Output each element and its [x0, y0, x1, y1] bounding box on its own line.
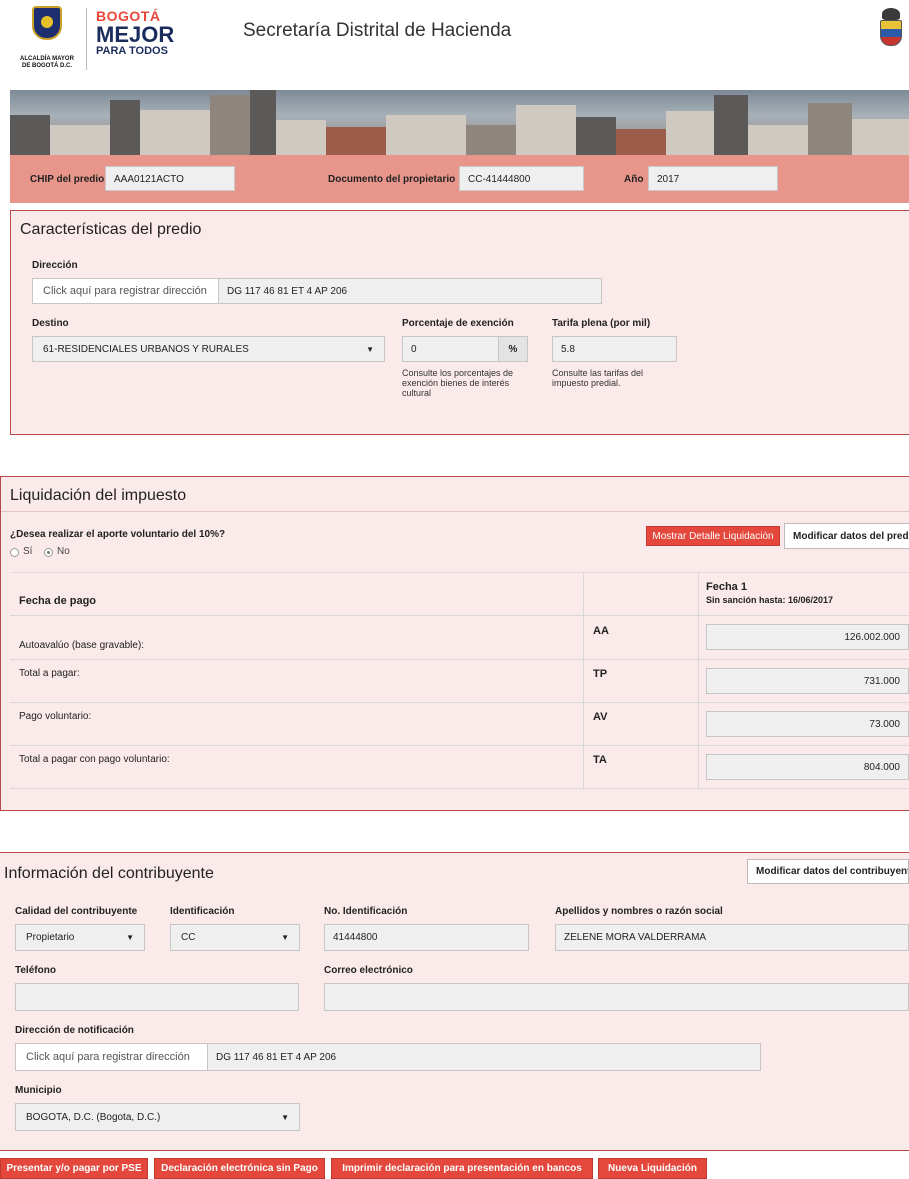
- fecha-pago-header: Fecha de pago: [19, 595, 97, 607]
- shield-icon: [32, 6, 62, 40]
- tarifa-help-link[interactable]: Consulte las tarifas del impuesto predia…: [552, 368, 662, 388]
- correo-label: Correo electrónico: [324, 965, 413, 976]
- pay-pse-button[interactable]: Presentar y/o pagar por PSE: [0, 1158, 148, 1179]
- property-search-bar: CHIP del predio AAA0121ACTO Documento de…: [10, 155, 909, 203]
- row-value: 73.000: [706, 711, 909, 737]
- identificacion-value: CC: [181, 932, 196, 943]
- radio-si-label: Sí: [23, 546, 33, 557]
- table-row: Total a pagar: TP 731.000: [10, 660, 909, 703]
- municipio-label: Municipio: [15, 1085, 62, 1096]
- calidad-value: Propietario: [26, 932, 75, 943]
- panel-title: Información del contribuyente: [4, 865, 214, 882]
- chevron-down-icon: ▼: [281, 1112, 289, 1122]
- fecha-1-header: Fecha 1: [706, 581, 747, 593]
- exencion-input[interactable]: 0: [402, 336, 499, 362]
- notificacion-label: Dirección de notificación: [15, 1025, 134, 1036]
- row-label: Pago voluntario:: [19, 711, 92, 722]
- tax-liquidation-panel: Liquidación del impuesto ¿Desea realizar…: [0, 476, 909, 811]
- row-code: TA: [593, 754, 607, 766]
- logo-line-2: MEJOR: [96, 22, 175, 47]
- page-header: ALCALDÍA MAYOR DE BOGOTÁ D.C. BOGOTÁ MEJ…: [0, 0, 909, 90]
- identificacion-select[interactable]: CC ▼: [170, 924, 300, 951]
- chevron-down-icon: ▼: [126, 933, 134, 942]
- percent-addon: %: [498, 336, 528, 362]
- chevron-down-icon: ▼: [366, 344, 374, 354]
- modify-taxpayer-button[interactable]: Modificar datos del contribuyente: [747, 859, 909, 884]
- exencion-label: Porcentaje de exención: [402, 318, 514, 329]
- panel-title: Liquidación del impuesto: [10, 487, 187, 504]
- telefono-input[interactable]: [15, 983, 299, 1011]
- identificacion-label: Identificación: [170, 906, 235, 917]
- taxpayer-info-panel: Información del contribuyente Modificar …: [0, 852, 909, 1151]
- city-banner-image: [10, 90, 909, 155]
- document-input[interactable]: CC-41444800: [459, 166, 584, 191]
- register-address-button[interactable]: Click aquí para registrar dirección: [32, 278, 219, 304]
- nombre-input[interactable]: ZELENE MORA VALDERRAMA: [555, 924, 909, 951]
- tarifa-label: Tarifa plena (por mil): [552, 318, 651, 329]
- logo-separator: [86, 8, 87, 70]
- fecha-1-subtitle: Sin sanción hasta: 16/06/2017: [706, 595, 834, 605]
- chip-label: CHIP del predio: [30, 174, 105, 185]
- document-label: Documento del propietario: [328, 174, 456, 185]
- table-header-row: Fecha de pago Fecha 1 Sin sanción hasta:…: [10, 573, 909, 616]
- numero-label: No. Identificación: [324, 906, 408, 917]
- alcaldia-text: ALCALDÍA MAYOR DE BOGOTÁ D.C.: [20, 56, 74, 69]
- nombre-label: Apellidos y nombres o razón social: [555, 906, 723, 917]
- table-row: Pago voluntario: AV 73.000: [10, 703, 909, 746]
- row-label: Total a pagar con pago voluntario:: [19, 754, 170, 765]
- panel-title: Características del predio: [20, 221, 202, 238]
- telefono-label: Teléfono: [15, 965, 56, 976]
- year-label: Año: [624, 174, 644, 185]
- colombia-crest-icon: [874, 6, 908, 50]
- table-row: Autoavalúo (base gravable): AA 126.002.0…: [10, 616, 909, 660]
- row-label: Autoavalúo (base gravable):: [19, 640, 145, 651]
- row-value: 731.000: [706, 668, 909, 694]
- section-bottom-border: [0, 1150, 909, 1151]
- site-title: Secretaría Distrital de Hacienda: [243, 20, 512, 41]
- condor-icon: [882, 8, 900, 20]
- radio-no[interactable]: [44, 548, 53, 557]
- print-declaration-button[interactable]: Imprimir declaración para presentación e…: [331, 1158, 593, 1179]
- bogota-crest-logo: ALCALDÍA MAYOR DE BOGOTÁ D.C.: [12, 6, 82, 70]
- chevron-down-icon: ▼: [281, 933, 289, 942]
- calidad-label: Calidad del contribuyente: [15, 906, 138, 917]
- row-value: 804.000: [706, 754, 909, 780]
- declaration-no-payment-button[interactable]: Declaración electrónica sin Pago: [154, 1158, 325, 1179]
- radio-si[interactable]: [10, 548, 19, 557]
- chip-input[interactable]: AAA0121ACTO: [105, 166, 235, 191]
- destino-label: Destino: [32, 318, 69, 329]
- municipio-select[interactable]: BOGOTA, D.C. (Bogota, D.C.) ▼: [15, 1103, 300, 1131]
- national-shield-icon: [880, 20, 902, 46]
- voluntary-question: ¿Desea realizar el aporte voluntario del…: [10, 529, 226, 540]
- table-row: Total a pagar con pago voluntario: TA 80…: [10, 746, 909, 789]
- row-code: AA: [593, 625, 609, 637]
- row-code: TP: [593, 668, 608, 680]
- row-code: AV: [593, 711, 608, 723]
- liquidation-table: Fecha de pago Fecha 1 Sin sanción hasta:…: [10, 572, 909, 789]
- year-input[interactable]: 2017: [648, 166, 778, 191]
- exencion-help-link[interactable]: Consulte los porcentajes de exención bie…: [402, 368, 527, 398]
- row-value: 126.002.000: [706, 624, 909, 650]
- title-divider: [1, 511, 909, 512]
- destino-select[interactable]: 61-RESIDENCIALES URBANOS Y RURALES ▼: [32, 336, 385, 362]
- bogota-mejor-logo: BOGOTÁ MEJOR PARA TODOS: [96, 8, 186, 72]
- modify-property-button[interactable]: Modificar datos del predio: [784, 523, 909, 549]
- address-label: Dirección: [32, 260, 78, 271]
- tarifa-input[interactable]: 5.8: [552, 336, 677, 362]
- register-notification-address-button[interactable]: Click aquí para registrar dirección: [15, 1043, 208, 1071]
- correo-input[interactable]: [324, 983, 909, 1011]
- radio-no-label: No: [57, 546, 70, 557]
- notification-address-input[interactable]: DG 117 46 81 ET 4 AP 206: [207, 1043, 761, 1071]
- new-liquidation-button[interactable]: Nueva Liquidación: [598, 1158, 707, 1179]
- property-characteristics-panel: Características del predio Dirección Cli…: [10, 210, 909, 435]
- row-label: Total a pagar:: [19, 668, 80, 679]
- numero-input[interactable]: 41444800: [324, 924, 529, 951]
- address-input[interactable]: DG 117 46 81 ET 4 AP 206: [218, 278, 602, 304]
- show-detail-button[interactable]: Mostrar Detalle Liquidación: [646, 526, 780, 546]
- destino-value: 61-RESIDENCIALES URBANOS Y RURALES: [43, 343, 249, 355]
- calidad-select[interactable]: Propietario ▼: [15, 924, 145, 951]
- municipio-value: BOGOTA, D.C. (Bogota, D.C.): [26, 1111, 161, 1123]
